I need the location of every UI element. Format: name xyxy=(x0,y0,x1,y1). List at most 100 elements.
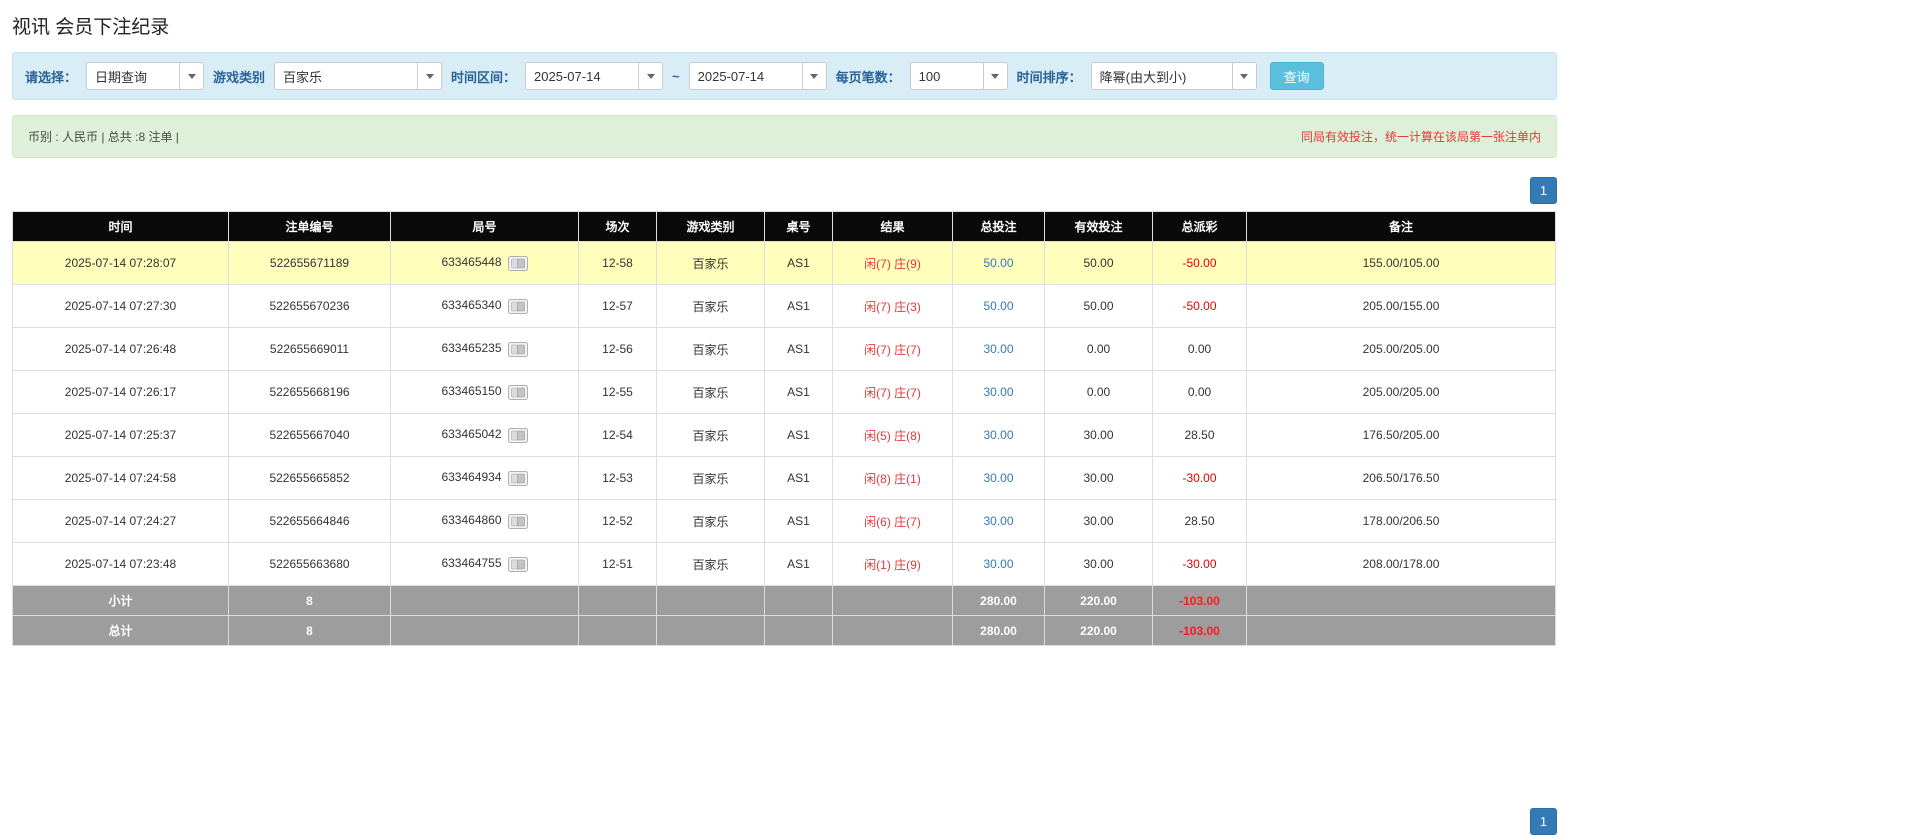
page-size-dropdown-button[interactable] xyxy=(983,63,1007,89)
col-table-no: 桌号 xyxy=(765,212,833,242)
cell-total-bet[interactable]: 50.00 xyxy=(953,242,1045,285)
result-banker: 庄(7) xyxy=(894,386,921,400)
total-empty xyxy=(833,616,953,646)
round-replay-icon[interactable] xyxy=(508,299,528,314)
table-row: 2025-07-14 07:23:48522655663680633464755… xyxy=(13,543,1556,586)
cell-game-type: 百家乐 xyxy=(657,328,765,371)
cell-valid-bet: 30.00 xyxy=(1045,543,1153,586)
round-replay-icon[interactable] xyxy=(508,471,528,486)
cell-valid-bet: 0.00 xyxy=(1045,328,1153,371)
round-replay-icon[interactable] xyxy=(508,428,528,443)
result-player: 闲(6) xyxy=(864,515,891,529)
date-to-picker xyxy=(689,62,827,90)
cell-table-no: AS1 xyxy=(765,543,833,586)
subtotal-row: 小计 8 280.00 220.00 -103.00 xyxy=(13,586,1556,616)
search-button[interactable]: 查询 xyxy=(1270,62,1324,90)
table-row: 2025-07-14 07:25:37522655667040633465042… xyxy=(13,414,1556,457)
result-player: 闲(7) xyxy=(864,257,891,271)
total-label: 总计 xyxy=(13,616,229,646)
date-from-dropdown-button[interactable] xyxy=(638,63,662,89)
total-empty xyxy=(765,616,833,646)
cell-note: 205.00/205.00 xyxy=(1247,328,1556,371)
col-bet-id: 注单编号 xyxy=(229,212,391,242)
filter-bar: 请选择： 游戏类别 时间区间： ~ 每页笔数： 时间排序： xyxy=(12,52,1557,100)
summary-bar: 币别 : 人民币 | 总共 :8 注单 | 同局有效投注，统一计算在该局第一张注… xyxy=(12,115,1557,158)
cell-time: 2025-07-14 07:26:17 xyxy=(13,371,229,414)
cell-valid-bet: 50.00 xyxy=(1045,285,1153,328)
result-player: 闲(5) xyxy=(864,429,891,443)
cell-table-no: AS1 xyxy=(765,328,833,371)
content-area: 视讯 会员下注纪录 请选择： 游戏类别 时间区间： ~ 每页笔数： 时间排序： xyxy=(12,12,1557,835)
round-number: 633465235 xyxy=(441,341,501,355)
time-sort-label: 时间排序： xyxy=(1017,67,1082,86)
cell-result: 闲(6) 庄(7) xyxy=(833,500,953,543)
result-player: 闲(8) xyxy=(864,472,891,486)
query-type-dropdown-button[interactable] xyxy=(179,63,203,89)
page-1-button[interactable]: 1 xyxy=(1530,177,1557,204)
cell-round: 633465448 xyxy=(391,242,579,285)
round-replay-icon[interactable] xyxy=(508,256,528,271)
total-payout: -103.00 xyxy=(1153,616,1247,646)
cell-total-bet[interactable]: 30.00 xyxy=(953,328,1045,371)
cell-game-type: 百家乐 xyxy=(657,500,765,543)
date-range-separator: ~ xyxy=(672,69,680,84)
cell-total-bet[interactable]: 30.00 xyxy=(953,414,1045,457)
cell-time: 2025-07-14 07:27:30 xyxy=(13,285,229,328)
cell-note: 155.00/105.00 xyxy=(1247,242,1556,285)
game-type-dropdown-button[interactable] xyxy=(417,63,441,89)
cell-note: 208.00/178.00 xyxy=(1247,543,1556,586)
cell-bet-id: 522655665852 xyxy=(229,457,391,500)
date-to-dropdown-button[interactable] xyxy=(802,63,826,89)
cell-total-bet[interactable]: 30.00 xyxy=(953,543,1045,586)
page-title: 视讯 会员下注纪录 xyxy=(12,12,1557,39)
round-replay-icon[interactable] xyxy=(508,557,528,572)
result-player: 闲(7) xyxy=(864,386,891,400)
cell-valid-bet: 30.00 xyxy=(1045,457,1153,500)
game-type-input[interactable] xyxy=(275,63,417,89)
chevron-down-icon xyxy=(810,74,818,79)
time-sort-input[interactable] xyxy=(1092,63,1232,89)
filter-select-label: 请选择： xyxy=(25,67,77,86)
time-range-label: 时间区间： xyxy=(451,67,516,86)
cell-payout: -50.00 xyxy=(1153,242,1247,285)
round-number: 633465150 xyxy=(441,384,501,398)
cell-bet-id: 522655671189 xyxy=(229,242,391,285)
date-from-picker xyxy=(525,62,663,90)
round-replay-icon[interactable] xyxy=(508,514,528,529)
cell-total-bet[interactable]: 30.00 xyxy=(953,371,1045,414)
game-type-label: 游戏类别 xyxy=(213,67,265,86)
subtotal-empty xyxy=(579,586,657,616)
date-to-input[interactable] xyxy=(690,63,802,89)
query-type-input[interactable] xyxy=(87,63,179,89)
cell-game-type: 百家乐 xyxy=(657,543,765,586)
cell-round: 633465042 xyxy=(391,414,579,457)
page-1-button[interactable]: 1 xyxy=(1530,808,1557,835)
cell-valid-bet: 50.00 xyxy=(1045,242,1153,285)
cell-payout: 28.50 xyxy=(1153,414,1247,457)
round-replay-icon[interactable] xyxy=(508,342,528,357)
cell-valid-bet: 30.00 xyxy=(1045,500,1153,543)
col-game-type: 游戏类别 xyxy=(657,212,765,242)
date-from-input[interactable] xyxy=(526,63,638,89)
page-size-input[interactable] xyxy=(911,63,983,89)
cell-round: 633465340 xyxy=(391,285,579,328)
cell-round: 633464755 xyxy=(391,543,579,586)
result-banker: 庄(9) xyxy=(894,257,921,271)
cell-game-type: 百家乐 xyxy=(657,414,765,457)
cell-bet-id: 522655670236 xyxy=(229,285,391,328)
cell-total-bet[interactable]: 30.00 xyxy=(953,457,1045,500)
cell-total-bet[interactable]: 50.00 xyxy=(953,285,1045,328)
cell-total-bet[interactable]: 30.00 xyxy=(953,500,1045,543)
col-total-bet: 总投注 xyxy=(953,212,1045,242)
time-sort-dropdown-button[interactable] xyxy=(1232,63,1256,89)
round-replay-icon[interactable] xyxy=(508,385,528,400)
cell-note: 206.50/176.50 xyxy=(1247,457,1556,500)
round-number: 633465448 xyxy=(441,255,501,269)
cell-bet-id: 522655667040 xyxy=(229,414,391,457)
total-empty xyxy=(579,616,657,646)
table-row: 2025-07-14 07:27:30522655670236633465340… xyxy=(13,285,1556,328)
col-result: 结果 xyxy=(833,212,953,242)
cell-session: 12-52 xyxy=(579,500,657,543)
cell-payout: -30.00 xyxy=(1153,543,1247,586)
pagination-bottom: 1 xyxy=(12,808,1557,835)
